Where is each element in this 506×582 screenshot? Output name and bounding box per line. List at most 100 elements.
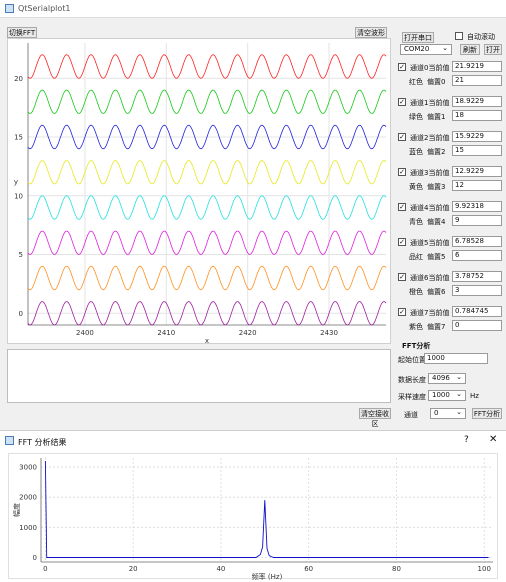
channel-2-offset-label: 偏置2 — [427, 148, 446, 156]
channel-1-offset-label: 偏置1 — [427, 113, 446, 121]
receive-area[interactable] — [7, 349, 391, 403]
channel-2-color-label: 蓝色 — [409, 148, 423, 156]
channel-3-offset-label: 偏置3 — [427, 183, 446, 191]
channel-0-value-field[interactable]: 21.9219 — [452, 61, 502, 72]
y-axis-label: y — [14, 178, 18, 186]
channel-1-value-field[interactable]: 18.9229 — [452, 96, 502, 107]
channel-1-label: 通道1当前值 — [410, 99, 450, 107]
y-tick-label: 5 — [19, 251, 23, 259]
fft-result-window: FFT 分析结果 ? ✕ 3000 2000 1000 0 0 20 40 60 80 100 频率… — [0, 430, 506, 582]
channel-3-label: 通道3当前值 — [410, 169, 450, 177]
channel-4-checkbox[interactable]: ✓ — [398, 203, 406, 211]
channel-6-offset-field[interactable]: 3 — [452, 285, 502, 296]
fft-plot-svg: 3000 2000 1000 00 20 40 60 80 100 频率 (Hz) 幅度 — [12, 458, 493, 581]
channel-2-value-field[interactable]: 15.9229 — [452, 131, 502, 142]
channel-4-label: 通道4当前值 — [410, 204, 450, 212]
channel-2-offset-field[interactable]: 15 — [452, 145, 502, 156]
channel-7-label: 通道7当前值 — [410, 309, 450, 317]
channel-0-offset-field[interactable]: 21 — [452, 75, 502, 86]
window-title: QtSerialplot1 — [18, 4, 71, 13]
auto-scroll-checkbox[interactable] — [455, 32, 463, 40]
channel-5-offset-field[interactable]: 6 — [452, 250, 502, 261]
refresh-button[interactable]: 刷新 — [460, 44, 480, 55]
channel-5-checkbox[interactable]: ✓ — [398, 238, 406, 246]
series-line-4 — [27, 195, 387, 220]
y-tick-label: 0 — [19, 310, 23, 318]
channel-1-color-label: 绿色 — [409, 113, 423, 121]
channel-7-checkbox[interactable]: ✓ — [398, 308, 406, 316]
series-line-5 — [27, 230, 387, 255]
x-axis-label: x — [205, 337, 209, 345]
clear-receive-button[interactable]: 清空接收区 — [359, 408, 391, 428]
auto-scroll-label: 自动滚动 — [467, 33, 495, 41]
channel-7-offset-label: 偏置7 — [427, 323, 446, 331]
fft-analyze-button[interactable]: FFT分析 — [472, 408, 502, 419]
y-tick-label: 15 — [14, 134, 23, 142]
clear-plot-button[interactable]: 清空波形 — [355, 27, 387, 38]
channel-5-value-field[interactable]: 6.78528 — [452, 236, 502, 247]
fft-section-title: FFT分析 — [402, 342, 431, 350]
channel-4-color-label: 青色 — [409, 218, 423, 226]
help-button[interactable]: ? — [464, 435, 469, 445]
start-pos-field[interactable]: 1000 — [424, 353, 488, 364]
channel-0-color-label: 红色 — [409, 78, 423, 86]
series-line-6 — [27, 265, 387, 291]
fft-x-tick-label: 100 — [478, 565, 491, 573]
channel-3-value-field[interactable]: 12.9229 — [452, 166, 502, 177]
y-tick-label: 10 — [14, 192, 23, 200]
channel-select[interactable]: 0 — [430, 408, 466, 419]
series-line-1 — [27, 89, 387, 114]
channel-3-checkbox[interactable]: ✓ — [398, 168, 406, 176]
length-select[interactable]: 4096 — [428, 373, 466, 384]
length-label: 数据长度 — [398, 376, 426, 384]
channel-7-offset-field[interactable]: 0 — [452, 320, 502, 331]
fft-x-tick-label: 60 — [304, 565, 313, 573]
port-select[interactable]: COM20 — [400, 44, 452, 55]
fft-y-tick-label: 0 — [33, 554, 37, 562]
open-serial-button[interactable]: 打开串口 — [402, 32, 434, 43]
fft-y-axis-label: 幅度 — [12, 503, 21, 517]
channel-5-label: 通道5当前值 — [410, 239, 450, 247]
channel-7-value-field[interactable]: 0.784745 — [452, 306, 502, 317]
y-tick-label: 20 — [14, 75, 23, 83]
series-line-0 — [27, 54, 387, 79]
app-icon — [5, 4, 14, 13]
start-pos-label: 起始位置 — [398, 356, 426, 364]
title-bar: QtSerialplot1 — [0, 0, 506, 18]
waveform-plot[interactable]: 0 5 10 15 20 2400 2410 2420 2430 x y — [7, 38, 391, 345]
x-tick-label: 2410 — [157, 329, 175, 337]
channel-6-offset-label: 偏置6 — [427, 288, 446, 296]
channel-5-color-label: 品红 — [409, 253, 423, 261]
fft-y-tick-label: 3000 — [19, 464, 37, 472]
rate-unit: Hz — [470, 392, 479, 400]
channel-6-label: 通道6当前值 — [410, 274, 450, 282]
x-tick-label: 2430 — [320, 329, 338, 337]
close-icon[interactable]: ✕ — [489, 434, 497, 445]
waveform-plot-svg: 0 5 10 15 20 2400 2410 2420 2430 x y — [14, 43, 387, 345]
fft-plot[interactable]: 3000 2000 1000 0 0 20 40 60 80 100 频率 (Hz) 幅度 — [8, 453, 498, 581]
channel-4-value-field[interactable]: 9.92318 — [452, 201, 502, 212]
series-line-3 — [27, 160, 387, 185]
x-tick-label: 2420 — [239, 329, 257, 337]
channel-6-checkbox[interactable]: ✓ — [398, 273, 406, 281]
rate-select[interactable]: 1000 — [428, 390, 466, 401]
channel-3-offset-field[interactable]: 12 — [452, 180, 502, 191]
fft-window-icon — [5, 436, 14, 445]
channel-7-color-label: 紫色 — [409, 323, 423, 331]
channel-4-offset-field[interactable]: 9 — [452, 215, 502, 226]
x-tick-label: 2400 — [76, 329, 94, 337]
fft-y-tick-label: 2000 — [19, 494, 37, 502]
channel-2-checkbox[interactable]: ✓ — [398, 133, 406, 141]
open-port-button[interactable]: 打开 — [484, 44, 502, 55]
fft-spectrum-line — [44, 460, 489, 558]
channel-label: 通道 — [404, 411, 418, 419]
channel-2-label: 通道2当前值 — [410, 134, 450, 142]
switch-fft-button[interactable]: 切换FFT — [7, 27, 37, 38]
channel-6-value-field[interactable]: 3.78752 — [452, 271, 502, 282]
channel-1-checkbox[interactable]: ✓ — [398, 98, 406, 106]
channel-1-offset-field[interactable]: 18 — [452, 110, 502, 121]
fft-x-axis-label: 频率 (Hz) — [252, 572, 283, 580]
fft-x-tick-label: 20 — [129, 565, 138, 573]
channel-0-checkbox[interactable]: ✓ — [398, 63, 406, 71]
channel-0-offset-label: 偏置0 — [427, 78, 446, 86]
